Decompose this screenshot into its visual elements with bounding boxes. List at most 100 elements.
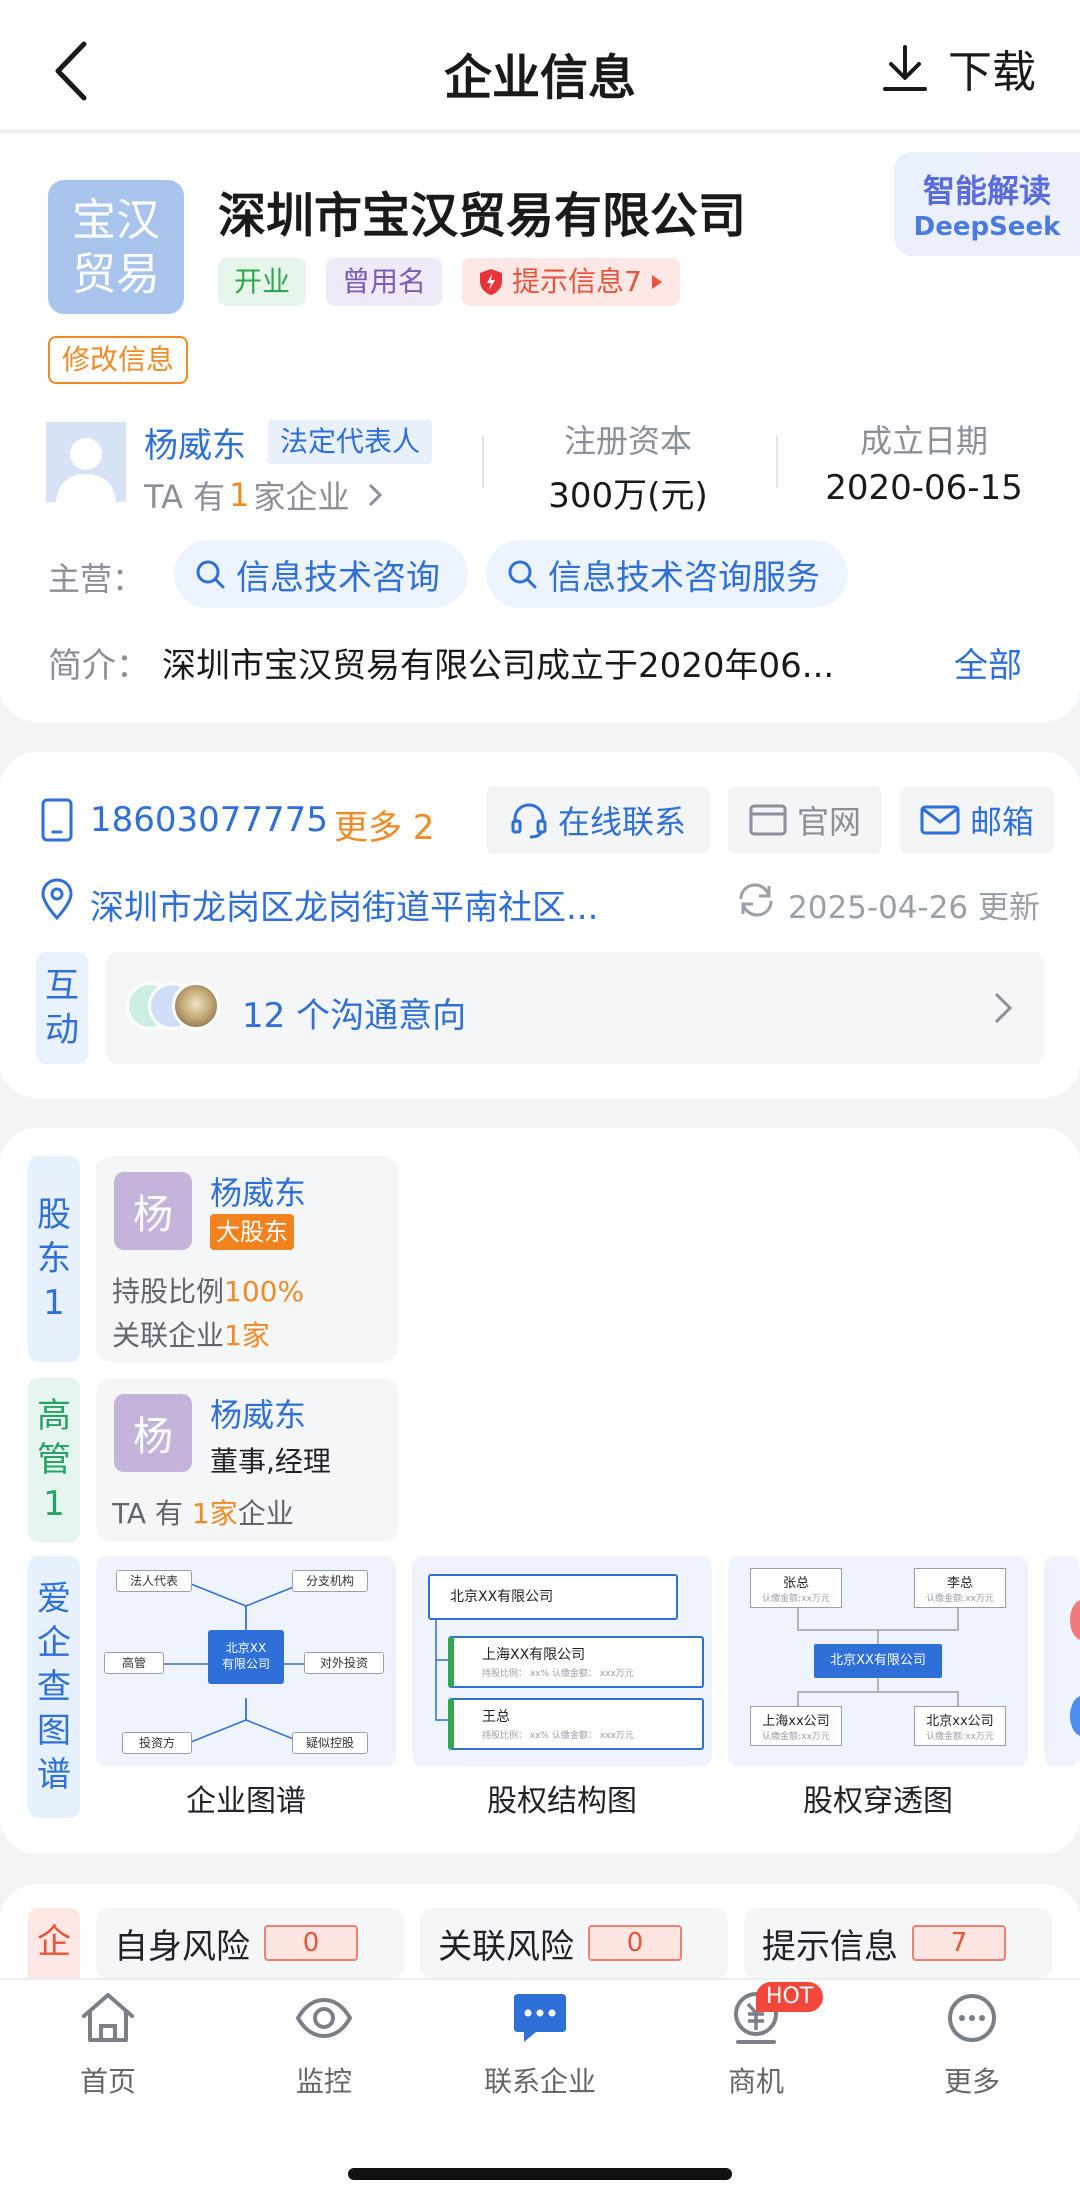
phone-number[interactable]: 18603077775 [90,800,328,840]
structure-top-node: 北京XX有限公司 [428,1574,678,1620]
online-contact-label: 在线联系 [557,803,686,841]
shareholder-tab[interactable]: 股东1 [28,1156,80,1362]
online-contact-button[interactable]: 在线联系 [486,786,710,854]
self-risk-label: 自身风险 [114,1926,250,1967]
former-name-tag[interactable]: 曾用名 [326,258,443,306]
hint-tag-label: 提示信息7 [512,265,642,298]
phone-icon [41,798,73,842]
graph-node: 投资方 [122,1732,192,1754]
penetration-center-node: 北京XX有限公司 [814,1644,942,1678]
decor-dot [1070,1696,1080,1736]
node-sub: 认缴金额:xx万元 [762,1594,830,1604]
business-label: 主营： [48,560,145,598]
legal-rep-suffix: 家企业 [253,478,350,516]
graph-center-node: 北京XX 有限公司 [208,1630,284,1684]
graph-node: 分支机构 [292,1570,368,1592]
graph-label: 企业图谱 [186,1784,306,1819]
home-icon [82,1993,134,2042]
legal-rep-tag: 法定代表人 [268,420,433,464]
phone-more-link[interactable]: 更多 2 [334,800,434,849]
shareholder-avatar: 杨 [114,1172,192,1250]
chat-bubble-icon [514,1994,566,2042]
structure-sub-node: 王总 持股比例： xx% 认缴金额： xxx万元 [448,1698,704,1750]
avatar [172,982,220,1030]
related-label: 关联企业 [112,1319,225,1352]
download-button[interactable]: 下载 [882,38,1036,98]
ai-title: 智能解读 [922,172,1051,210]
sub-detail: 持股比例： xx% 认缴金额： xxx万元 [482,1731,634,1741]
self-risk-item[interactable]: 自身风险 0 [96,1908,404,1978]
business-tag[interactable]: 信息技术咨询 [174,540,468,608]
executive-companies: TA 有 1家企业 [112,1492,294,1532]
interact-row[interactable]: 12 个沟通意向 [106,952,1044,1064]
executive-card[interactable]: 杨 杨威东 董事,经理 TA 有 1家企业 [96,1378,398,1542]
share-ratio-value: 100% [224,1275,305,1308]
shareholder-tab-label: 股东1 [37,1195,71,1323]
graph-node: 对外投资 [304,1652,384,1674]
chevron-right-icon [368,483,382,507]
equity-penetration-thumb[interactable]: 张总 认缴金额:xx万元 李总 认缴金额:xx万元 北京XX有限公司 上海xx公… [728,1556,1028,1766]
equity-structure-thumb[interactable]: 北京XX有限公司 上海XX有限公司 持股比例： xx% 认缴金额： xxx万元 … [412,1556,712,1766]
node-name: 北京xx公司 [926,1714,994,1729]
browser-icon [749,804,787,836]
nav-more[interactable]: 更多 [864,1990,1080,2100]
nav-monitor[interactable]: 监控 [216,1990,432,2100]
self-risk-count: 0 [264,1925,358,1961]
intro-label: 简介： [48,646,150,686]
node-name: 张总 [782,1576,809,1591]
search-icon [196,560,225,589]
legal-rep-name[interactable]: 杨威东 [144,418,246,467]
capital-label: 注册资本 [563,422,692,460]
email-button[interactable]: 邮箱 [900,786,1054,854]
executive-avatar: 杨 [114,1394,192,1472]
legal-rep-companies[interactable]: TA 有 1 家企业 [144,472,386,518]
executive-tab[interactable]: 高管1 [28,1378,80,1542]
major-shareholder-badge: 大股东 [210,1214,294,1250]
enterprise-graph-thumb[interactable]: 北京XX 有限公司 法人代表 分支机构 高管 对外投资 投资方 疑似控股 [96,1556,396,1766]
nav-contact[interactable]: 联系企业 [432,1990,648,2100]
center-line2: 有限公司 [221,1657,270,1671]
nav-home-label: 首页 [79,2065,136,2098]
ai-interpret-button[interactable]: 智能解读 DeepSeek [894,152,1080,256]
legal-rep-avatar[interactable] [46,422,126,502]
related-companies: 关联企业1家 [112,1314,270,1354]
more-graph-thumb[interactable] [1044,1556,1080,1766]
executive-suffix: 企业 [237,1497,294,1530]
divider [482,436,484,488]
node-name: 上海xx公司 [762,1714,830,1729]
graph-tab[interactable]: 爱企查图谱 [28,1556,80,1818]
top-bar: 企业信息 下载 [0,0,1080,132]
intro-more-link[interactable]: 全部 [954,638,1022,687]
share-ratio: 持股比例100% [112,1270,304,1310]
date-label: 成立日期 [859,422,988,460]
address-text[interactable]: 深圳市龙岗区龙岗街道平南社区... [90,880,598,929]
logo-line1: 宝汉 [72,195,160,246]
sub-name: 上海XX有限公司 [482,1647,586,1663]
status-tag: 开业 [218,258,307,306]
penetration-node: 张总 认缴金额:xx万元 [750,1568,842,1608]
node-sub: 认缴金额:xx万元 [926,1594,994,1604]
business-tag-label: 信息技术咨询 [236,557,440,598]
nav-home[interactable]: 首页 [0,1990,216,2100]
executive-name: 杨威东 [210,1396,307,1434]
website-button[interactable]: 官网 [728,786,882,854]
refresh-icon[interactable] [738,882,774,918]
avatar-stack [126,982,246,1032]
shareholder-name: 杨威东 [210,1174,307,1212]
business-tag[interactable]: 信息技术咨询服务 [486,540,848,608]
person-icon [56,438,116,502]
search-icon [508,560,537,589]
penetration-node: 上海xx公司 认缴金额:xx万元 [750,1706,842,1746]
related-risk-label: 关联风险 [438,1926,574,1967]
shareholder-card[interactable]: 杨 杨威东 大股东 持股比例100% 关联企业1家 [96,1156,398,1362]
penetration-node: 李总 认缴金额:xx万元 [914,1568,1006,1608]
caret-right-icon [651,275,662,289]
hint-tag[interactable]: 提示信息7 [462,258,680,306]
sub-detail: 持股比例： xx% 认缴金额： xxx万元 [482,1669,634,1679]
related-risk-item[interactable]: 关联风险 0 [420,1908,728,1978]
executive-role: 董事,经理 [210,1445,331,1478]
hint-info-item[interactable]: 提示信息 7 [744,1908,1052,1978]
edit-info-button[interactable]: 修改信息 [48,336,189,384]
risk-tab-label: 企 [37,1922,71,1962]
hot-badge: HOT [756,1982,824,2012]
